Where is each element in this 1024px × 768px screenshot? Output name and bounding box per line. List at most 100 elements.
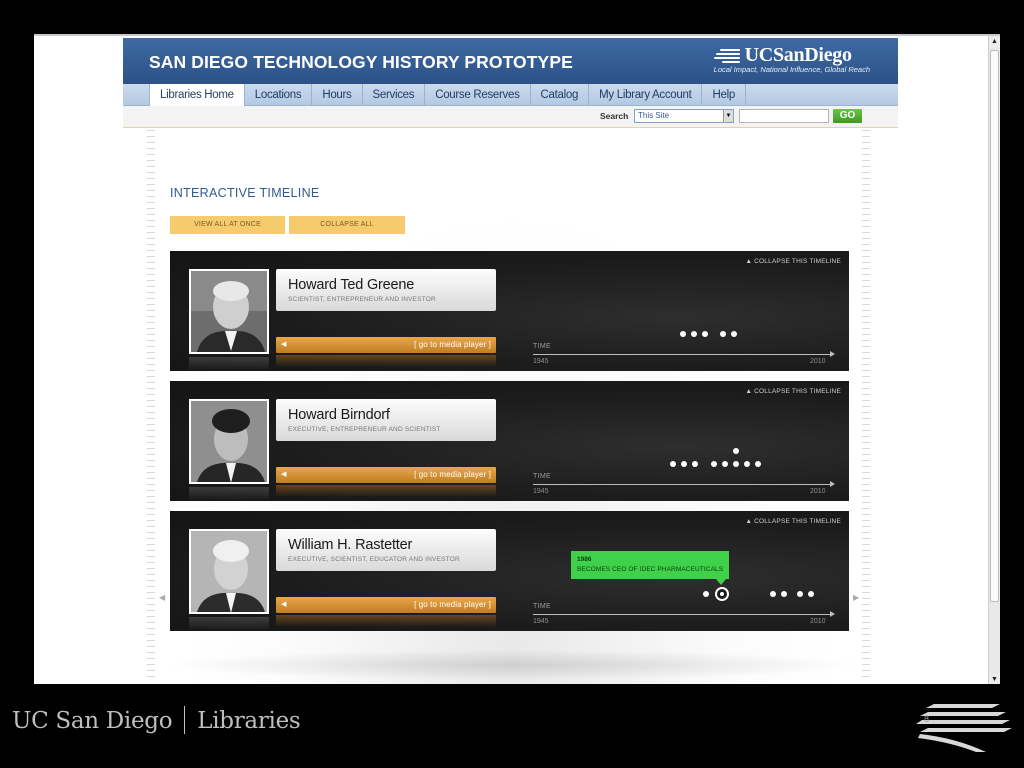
timeline-event-dot[interactable] (755, 461, 761, 467)
timeline-event-dot[interactable] (733, 448, 739, 454)
site-title: SAN DIEGO TECHNOLOGY HISTORY PROTOTYPE (149, 52, 573, 72)
vertical-scrollbar[interactable]: ▲ ▼ (988, 36, 1000, 684)
timeline-event-dot[interactable] (703, 591, 709, 597)
search-bar: Search This Site ▼ GO (123, 106, 898, 128)
time-axis-label: TIME (533, 473, 551, 480)
timeline-event-dot[interactable] (744, 461, 750, 467)
media-bar-reflection (276, 485, 496, 497)
view-all-button[interactable]: VIEW ALL AT ONCE (170, 216, 285, 234)
media-bar-reflection (276, 615, 496, 627)
year-start: 1945 (533, 618, 549, 625)
media-player-link[interactable]: ◀ [ go to media player ] (276, 337, 496, 353)
libraries-logo-icon (916, 704, 1012, 752)
search-input[interactable] (739, 109, 829, 123)
collapse-all-button[interactable]: COLLAPSE ALL (289, 216, 405, 234)
nav-tab-help[interactable]: Help (702, 84, 746, 106)
timeline-event-dot[interactable] (733, 461, 739, 467)
timeline-event-dot-selected[interactable] (715, 587, 729, 601)
photo-reflection (189, 617, 269, 631)
time-axis (533, 354, 833, 355)
timeline-event-dot[interactable] (770, 591, 776, 597)
timeline-event-dot[interactable] (680, 331, 686, 337)
nav-tab-course-reserves[interactable]: Course Reserves (425, 84, 531, 106)
collapse-timeline-link[interactable]: ▲ COLLAPSE THIS TIMELINE (745, 518, 841, 525)
footer-brand: UC San Diego Libraries (12, 706, 301, 734)
timeline-event-dot[interactable] (670, 461, 676, 467)
name-plate: Howard Birndorf EXECUTIVE, ENTREPRENEUR … (276, 399, 496, 441)
search-scope-select[interactable]: This Site ▼ (634, 109, 734, 123)
presentation-slide: ▲ ▼ SAN DIEGO TECHNOLOGY HISTORY PROTOTY… (0, 0, 1024, 768)
timeline-event-dot[interactable] (808, 591, 814, 597)
site-header: SAN DIEGO TECHNOLOGY HISTORY PROTOTYPE U… (123, 38, 898, 84)
collapse-timeline-link[interactable]: ▲ COLLAPSE THIS TIMELINE (745, 258, 841, 265)
play-back-arrow-icon: ◀ (281, 341, 287, 348)
footer-brand-right: Libraries (197, 708, 301, 734)
card-background (170, 251, 849, 371)
portrait-photo (189, 399, 269, 484)
photo-reflection (189, 487, 269, 501)
scroll-right-icon[interactable]: ▶ (853, 593, 859, 602)
logo-tagline: Local Impact, National Influence, Global… (713, 65, 870, 74)
nav-tab-locations[interactable]: Locations (245, 84, 313, 106)
tooltip-year: 1986 (577, 556, 592, 563)
bottom-shadow (163, 650, 863, 680)
media-player-label: [ go to media player ] (414, 340, 491, 349)
timeline-event-dot[interactable] (720, 331, 726, 337)
timeline-event-dot[interactable] (731, 331, 737, 337)
card-background (170, 381, 849, 501)
axis-arrow-icon (830, 481, 835, 487)
timeline-event-dot[interactable] (681, 461, 687, 467)
time-axis (533, 614, 833, 615)
browser-viewport: ▲ ▼ SAN DIEGO TECHNOLOGY HISTORY PROTOTY… (34, 34, 1000, 684)
nav-tab-libraries-home[interactable]: Libraries Home (149, 84, 245, 106)
scroll-left-icon[interactable]: ◀ (159, 593, 165, 602)
person-role: EXECUTIVE, SCIENTIST, EDUCATOR AND INVES… (288, 556, 460, 563)
footer-brand-left: UC San Diego (12, 708, 173, 734)
timeline-event-dot[interactable] (702, 331, 708, 337)
nav-tab-my-library-account[interactable]: My Library Account (589, 84, 703, 106)
play-back-arrow-icon: ◀ (281, 471, 287, 478)
chevron-down-icon[interactable]: ▼ (723, 110, 733, 122)
name-plate: William H. Rastetter EXECUTIVE, SCIENTIS… (276, 529, 496, 571)
timeline-event-dot[interactable] (691, 331, 697, 337)
collapse-timeline-link[interactable]: ▲ COLLAPSE THIS TIMELINE (745, 388, 841, 395)
scroll-thumb[interactable] (990, 50, 999, 602)
timeline-card-greene: ▲ COLLAPSE THIS TIMELINE Howard Ted Gree… (170, 251, 849, 371)
timeline-content: INTERACTIVE TIMELINE VIEW ALL AT ONCE CO… (123, 130, 898, 684)
portrait-rastetter-icon (191, 531, 267, 612)
axis-arrow-icon (830, 351, 835, 357)
nav-tab-catalog[interactable]: Catalog (531, 84, 590, 106)
timeline-event-dot[interactable] (722, 461, 728, 467)
portrait-photo (189, 529, 269, 614)
scroll-up-arrow-icon[interactable]: ▲ (989, 36, 1000, 48)
timeline-event-dot[interactable] (711, 461, 717, 467)
go-button[interactable]: GO (833, 109, 862, 123)
timeline-event-dot[interactable] (692, 461, 698, 467)
collapse-link-label: COLLAPSE THIS TIMELINE (754, 258, 841, 265)
year-start: 1945 (533, 358, 549, 365)
media-player-link[interactable]: ◀ [ go to media player ] (276, 597, 496, 613)
nav-tab-hours[interactable]: Hours (312, 84, 363, 106)
media-player-link[interactable]: ◀ [ go to media player ] (276, 467, 496, 483)
person-role: EXECUTIVE, ENTREPRENEUR AND SCIENTIST (288, 426, 441, 433)
timeline-heading: INTERACTIVE TIMELINE (170, 186, 320, 200)
time-axis-label: TIME (533, 603, 551, 610)
logo-name: UCSanDiego (744, 44, 852, 66)
axis-arrow-icon (830, 611, 835, 617)
timeline-event-dot[interactable] (797, 591, 803, 597)
year-end: 2010 (810, 358, 826, 365)
nav-tab-services[interactable]: Services (363, 84, 426, 106)
year-end: 2010 (810, 488, 826, 495)
timeline-event-dot[interactable] (781, 591, 787, 597)
card-background (170, 511, 849, 631)
portrait-birndorf-icon (191, 401, 267, 482)
collapse-link-label: COLLAPSE THIS TIMELINE (754, 518, 841, 525)
main-nav: Libraries Home Locations Hours Services … (123, 84, 898, 106)
ucsd-logo[interactable]: UCSanDiego Local Impact, National Influe… (713, 44, 870, 74)
scroll-down-arrow-icon[interactable]: ▼ (989, 674, 1000, 684)
year-end: 2010 (810, 618, 826, 625)
media-player-label: [ go to media player ] (414, 600, 491, 609)
time-axis-label: TIME (533, 343, 551, 350)
person-name: William H. Rastetter (288, 537, 413, 553)
year-start: 1945 (533, 488, 549, 495)
